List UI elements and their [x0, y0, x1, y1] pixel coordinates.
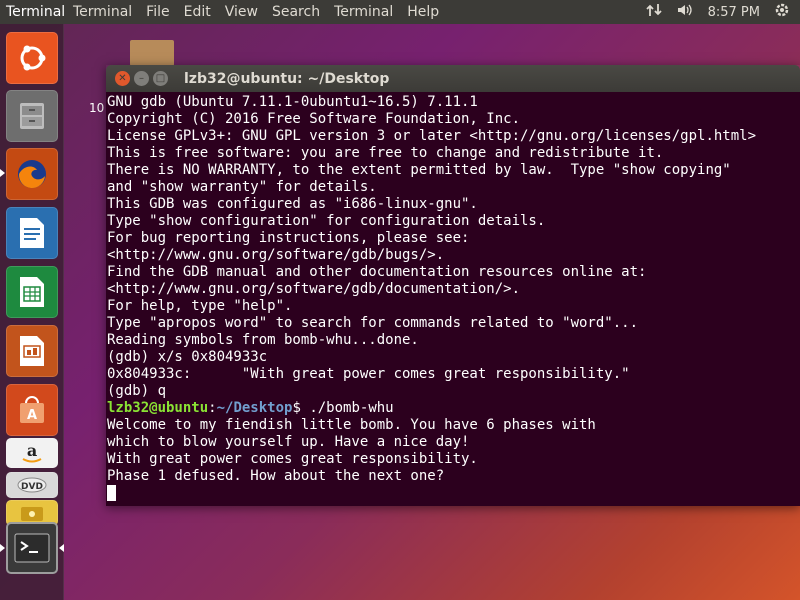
desktop-package-icon[interactable] [130, 40, 174, 66]
menu-search[interactable]: Search [265, 0, 327, 24]
top-panel: Terminal Terminal File Edit View Search … [0, 0, 800, 24]
svg-text:a: a [27, 441, 37, 460]
files-icon[interactable] [6, 90, 58, 142]
terminal-line: and "show warranty" for details. [107, 179, 377, 195]
terminal-line: which to blow yourself up. Have a nice d… [107, 434, 470, 450]
cursor-line [107, 485, 800, 503]
command-text: ./bomb-whu [309, 400, 394, 416]
firefox-icon[interactable] [6, 148, 58, 200]
libreoffice-writer-icon[interactable] [6, 207, 58, 259]
terminal-line: License GPLv3+: GNU GPL version 3 or lat… [107, 128, 757, 144]
terminal-line: <http://www.gnu.org/software/gdb/bugs/>. [107, 247, 445, 263]
desktop-icon-label: 10 [89, 101, 105, 115]
terminal-line: This is free software: you are free to c… [107, 145, 664, 161]
amazon-icon[interactable]: a [6, 438, 58, 468]
terminal-line: For bug reporting instructions, please s… [107, 230, 470, 246]
network-icon[interactable] [645, 2, 662, 22]
terminal-line: GNU gdb (Ubuntu 7.11.1-0ubuntu1~16.5) 7.… [107, 94, 478, 110]
prompt-end: $ [292, 400, 310, 416]
window-titlebar[interactable]: ✕ – □ lzb32@ubuntu: ~/Desktop [106, 65, 800, 92]
text-cursor [107, 485, 116, 501]
menu-help[interactable]: Help [400, 0, 446, 24]
terminal-line: Welcome to my fiendish little bomb. You … [107, 417, 596, 433]
terminal-line: Phase 1 defused. How about the next one? [107, 468, 445, 484]
prompt-line: lzb32@ubuntu:~/Desktop$ ./bomb-whu [107, 400, 800, 417]
terminal-line: Copyright (C) 2016 Free Software Foundat… [107, 111, 521, 127]
minimize-icon[interactable]: – [134, 71, 149, 86]
menu-terminal[interactable]: Terminal [327, 0, 400, 24]
svg-text:A: A [27, 408, 37, 423]
maximize-icon[interactable]: □ [153, 71, 168, 86]
terminal-window: ✕ – □ lzb32@ubuntu: ~/Desktop GNU gdb (U… [106, 65, 800, 506]
clock[interactable]: 8:57 PM [708, 5, 760, 20]
active-app-name: Terminal [6, 4, 66, 20]
menu-file[interactable]: File [139, 0, 176, 24]
prompt-user: lzb32@ubuntu [107, 400, 209, 416]
terminal-line: For help, type "help". [107, 298, 293, 314]
terminal-running-indicator [0, 544, 5, 552]
libreoffice-calc-icon[interactable] [6, 266, 58, 318]
menu-terminal-app[interactable]: Terminal [66, 0, 139, 24]
settings-gear-icon[interactable] [774, 2, 790, 22]
prompt-separator: : [208, 400, 217, 416]
terminal-line: (gdb) x/s 0x804933c [107, 349, 268, 365]
terminal-line: There is NO WARRANTY, to the extent perm… [107, 162, 731, 178]
dvd-icon[interactable]: DVD [6, 472, 58, 498]
firefox-running-indicator [0, 169, 5, 177]
window-title: lzb32@ubuntu: ~/Desktop [184, 70, 390, 87]
volume-icon[interactable] [676, 2, 694, 22]
terminal-line: Reading symbols from bomb-whu...done. [107, 332, 419, 348]
svg-text:DVD: DVD [21, 482, 43, 492]
terminal-output[interactable]: GNU gdb (Ubuntu 7.11.1-0ubuntu1~16.5) 7.… [106, 92, 800, 506]
terminal-line: <http://www.gnu.org/software/gdb/documen… [107, 281, 521, 297]
menu-edit[interactable]: Edit [177, 0, 218, 24]
menu-view[interactable]: View [218, 0, 265, 24]
launcher: A a DVD [0, 24, 64, 600]
terminal-launcher-icon[interactable] [6, 522, 58, 574]
libreoffice-impress-icon[interactable] [6, 325, 58, 377]
terminal-line: (gdb) q [107, 383, 167, 399]
indicator-area: 8:57 PM [645, 2, 800, 22]
ubuntu-software-icon[interactable]: A [6, 384, 58, 436]
terminal-line: Find the GDB manual and other documentat… [107, 264, 647, 280]
prompt-path: ~/Desktop [216, 400, 293, 416]
terminal-line: 0x804933c: "With great power comes great… [107, 366, 630, 382]
terminal-line: Type "show configuration" for configurat… [107, 213, 546, 229]
menu-bar: Terminal File Edit View Search Terminal … [66, 0, 446, 24]
ubuntu-dash-icon[interactable] [6, 32, 58, 84]
terminal-line: This GDB was configured as "i686-linux-g… [107, 196, 478, 212]
close-icon[interactable]: ✕ [115, 71, 130, 86]
terminal-focused-indicator [59, 544, 64, 552]
terminal-line: With great power comes great responsibil… [107, 451, 478, 467]
terminal-line: Type "apropos word" to search for comman… [107, 315, 639, 331]
